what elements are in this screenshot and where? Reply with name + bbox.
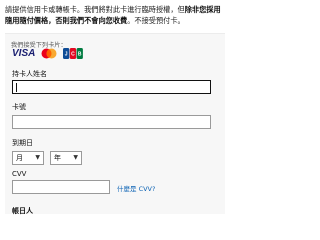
payment-page: 請提供信用卡或轉帳卡。我們將對此卡進行臨時授權，但除非您採用隨用隨付價格，否則我… xyxy=(0,0,230,215)
chevron-down-icon: ▼ xyxy=(73,154,78,161)
visa-card-icon: VISA xyxy=(12,48,36,59)
billing-section-label: 帳日人 xyxy=(12,207,33,215)
expiration-month-select[interactable]: 月 ▼ xyxy=(12,151,44,165)
card-number-input[interactable] xyxy=(12,115,211,129)
expiration-year-select[interactable]: 年 ▼ xyxy=(50,151,82,165)
expiration-year-value: 年 xyxy=(54,154,61,162)
svg-text:B: B xyxy=(78,52,82,58)
cvv-label: CVV xyxy=(12,170,27,178)
notice-text: 請提供信用卡或轉帳卡。我們將對此卡進行臨時授權，但 xyxy=(5,5,185,14)
expiration-label: 到期日 xyxy=(12,139,33,147)
chevron-down-icon: ▼ xyxy=(35,154,40,161)
jcb-card-icon: J C B xyxy=(63,48,83,59)
card-number-label: 卡號 xyxy=(12,103,26,111)
text-caret xyxy=(16,83,17,92)
cvv-input[interactable] xyxy=(12,180,110,194)
cardholder-name-label: 持卡人姓名 xyxy=(12,70,47,78)
notice-text-end: 。不接受預付卡。 xyxy=(127,16,185,25)
svg-text:C: C xyxy=(71,52,75,58)
expiration-month-value: 月 xyxy=(16,154,23,162)
mastercard-card-icon xyxy=(41,48,57,59)
cardholder-name-input[interactable] xyxy=(12,80,211,94)
svg-text:J: J xyxy=(65,52,68,58)
payment-notice: 請提供信用卡或轉帳卡。我們將對此卡進行臨時授權，但除非您採用隨用隨付價格，否則我… xyxy=(5,4,225,26)
what-is-cvv-link[interactable]: 什麼是 CVV? xyxy=(117,183,155,193)
